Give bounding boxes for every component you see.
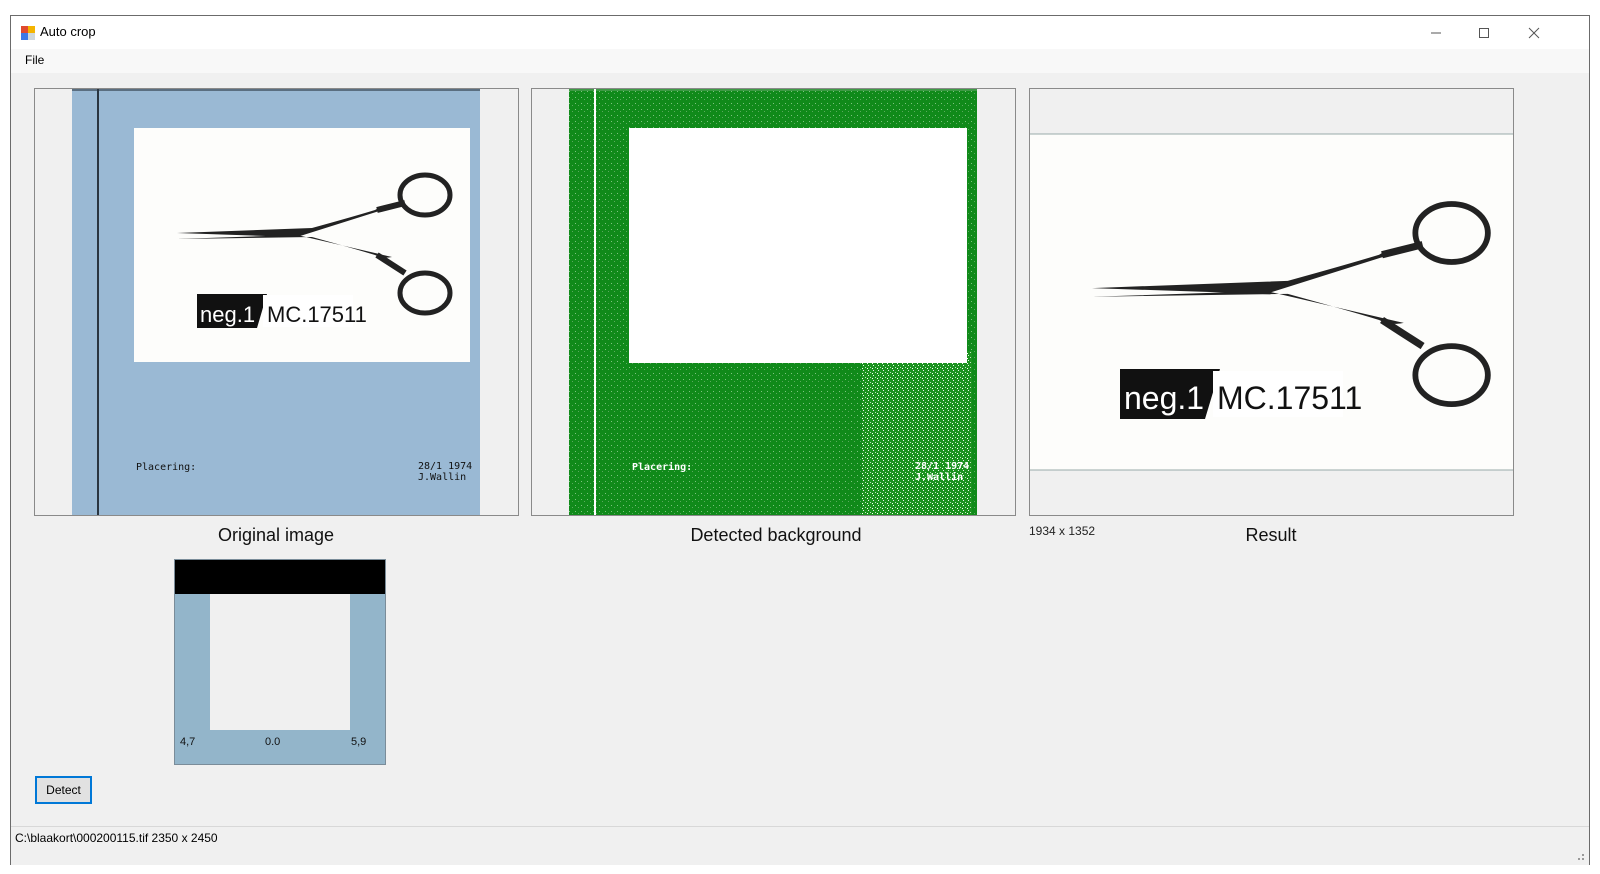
detected-background-caption: Detected background [690,525,862,545]
original-image-panel: neg.1 8 MC.17511 Placering: 28/1 1974 J.… [34,88,519,516]
original-placering-label: Placering: [136,462,196,473]
original-tag-mc: MC.17511 [267,302,367,327]
preview-right-value: 5,9 [351,736,367,748]
maximize-button[interactable] [1461,16,1507,49]
title-bar: Auto crop [11,16,1589,49]
detect-button[interactable]: Detect [35,776,92,804]
preview-top-bar [175,560,385,594]
close-button[interactable] [1511,16,1557,49]
original-image: neg.1 8 MC.17511 Placering: 28/1 1974 J.… [72,89,480,515]
status-bar: C:\blaakort\000200115.tif 2350 x 2450 [11,826,1589,865]
original-image-caption: Original image [217,525,335,545]
preview-inner-area [210,594,350,730]
preview-left-value: 4,7 [180,736,196,748]
result-caption: Result [1245,525,1297,545]
status-file-info: C:\blaakort\000200115.tif 2350 x 2450 [15,831,218,845]
result-panel: neg.1 8 MC.17511 [1029,88,1514,516]
detected-date-label: 28/1 1974 [915,461,969,472]
result-dimensions: 1934 x 1352 [1029,524,1096,538]
crop-margin-preview: 4,7 0.0 5,9 [174,559,386,765]
original-date-label: 28/1 1974 [418,461,472,472]
result-tag-mc: MC.17511 [1217,380,1362,416]
menu-file[interactable]: File [25,53,44,67]
app-window: Auto crop File neg.1 8 MC.17511 Placerin… [10,15,1590,865]
close-icon [1528,27,1540,38]
window-title: Auto crop [40,24,96,39]
detected-background-image: Placering: 28/1 1974 J.Wallin [569,89,977,515]
menu-bar: File [11,49,1589,73]
original-author-label: J.Wallin [418,472,466,483]
detected-background-panel: Placering: 28/1 1974 J.Wallin [531,88,1016,516]
detected-author-label: J.Wallin [915,471,963,483]
minimize-button[interactable] [1413,16,1459,49]
size-grip-icon[interactable] [1573,849,1585,861]
result-image: neg.1 8 MC.17511 [1030,133,1513,471]
detected-placering-label: Placering: [632,461,692,473]
app-icon [21,26,35,40]
original-tag-neg: neg.1 8 [200,302,273,327]
minimize-icon [1431,32,1441,33]
maximize-icon [1479,27,1489,38]
preview-mid-value: 0.0 [265,736,281,748]
